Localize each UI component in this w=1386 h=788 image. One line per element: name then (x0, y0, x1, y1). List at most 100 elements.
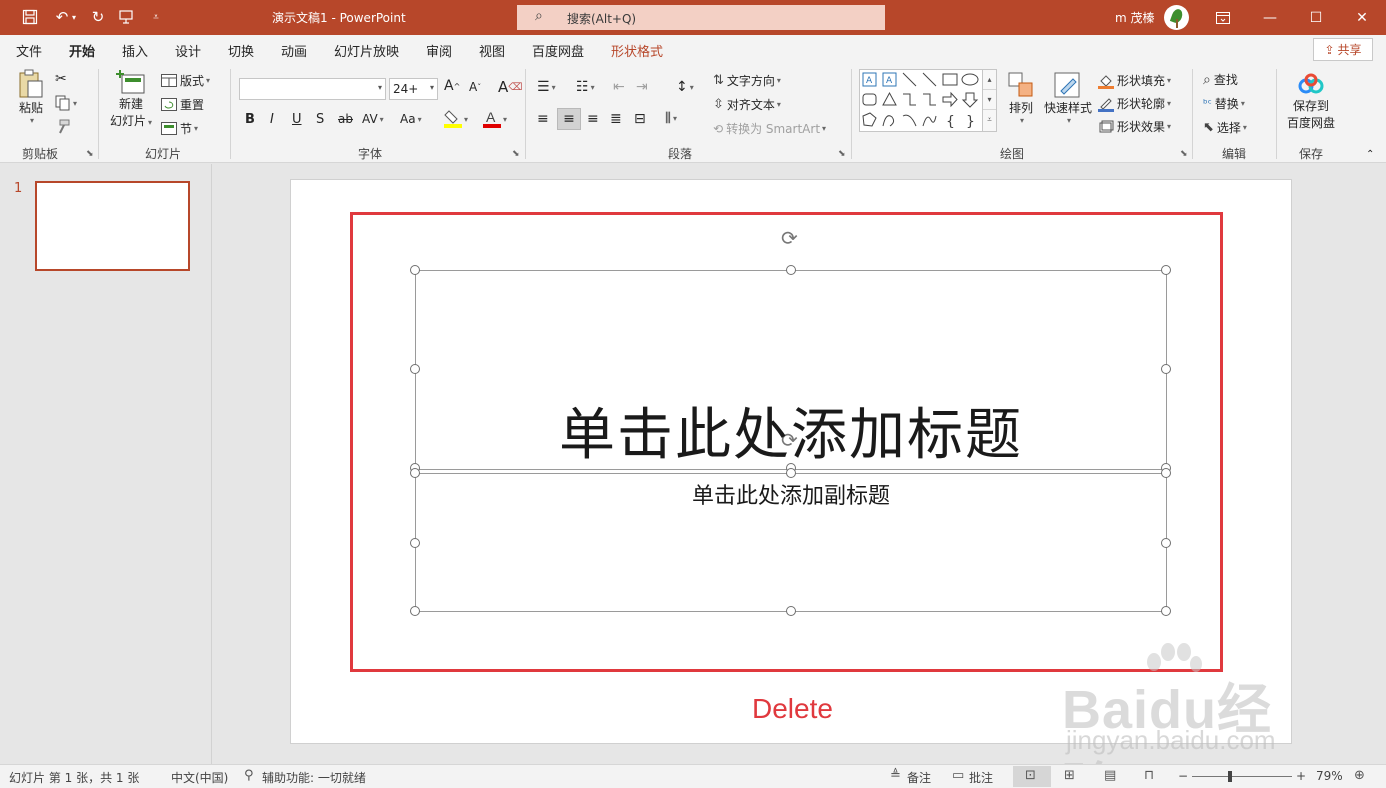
quick-styles-button[interactable]: 快速样式 ▾ (1043, 71, 1093, 125)
shape-outline-button[interactable]: 形状轮廓 ▾ (1098, 95, 1171, 112)
resize-handle[interactable] (410, 265, 420, 275)
tab-view[interactable]: 视图 (479, 41, 505, 60)
search-box[interactable]: ⌕ 搜索(Alt+Q) (517, 5, 885, 30)
notes-button[interactable]: 备注 (907, 769, 931, 786)
distributed-icon[interactable]: ⊟ (634, 111, 646, 127)
customize-toolbar-icon[interactable]: ⩡ (144, 6, 168, 28)
collapse-ribbon-icon[interactable]: ⌃ (1366, 149, 1374, 160)
paste-button[interactable]: 粘贴 ▾ (16, 69, 46, 125)
shapes-gallery[interactable]: A A { } ▴ ▾ ⩡ (859, 69, 997, 132)
shapes-gallery-scroll[interactable]: ▴ ▾ ⩡ (982, 70, 996, 131)
bold-icon[interactable]: B (245, 112, 255, 127)
close-icon[interactable]: ✕ (1339, 0, 1385, 35)
align-left-icon[interactable]: ≡ (537, 111, 549, 127)
zoom-level[interactable]: 79% (1316, 769, 1343, 783)
tab-review[interactable]: 审阅 (426, 41, 452, 60)
tab-insert[interactable]: 插入 (122, 41, 148, 60)
save-to-baidu-button[interactable]: 保存到 百度网盘 (1286, 73, 1336, 131)
drawing-launcher-icon[interactable]: ⬊ (1180, 149, 1188, 159)
new-slide-button[interactable]: 新建 幻灯片 ▾ (107, 69, 155, 129)
decrease-indent-icon[interactable]: ⇤ (613, 79, 625, 95)
paragraph-launcher-icon[interactable]: ⬊ (838, 149, 846, 159)
highlight-color-button[interactable]: ▾ (444, 109, 468, 129)
accessibility-status[interactable]: 辅助功能: 一切就绪 (262, 769, 366, 786)
zoom-out-button[interactable]: − (1178, 769, 1188, 783)
zoom-in-button[interactable]: + (1296, 769, 1306, 783)
resize-handle[interactable] (1161, 606, 1171, 616)
find-button[interactable]: ⌕ 查找 (1203, 71, 1238, 88)
clear-formatting-icon[interactable]: A ⌫ (498, 78, 522, 96)
line-spacing-icon[interactable]: ↕ ▾ (676, 79, 694, 95)
columns-icon[interactable]: ⫼ ▾ (665, 111, 677, 126)
zoom-slider-thumb[interactable] (1228, 771, 1232, 782)
rotate-handle-icon[interactable]: ⟳ (781, 226, 798, 250)
change-case-icon[interactable]: Aa ▾ (400, 112, 422, 126)
font-launcher-icon[interactable]: ⬊ (512, 149, 520, 159)
tab-design[interactable]: 设计 (175, 41, 201, 60)
format-painter-icon[interactable] (55, 119, 71, 135)
language-indicator[interactable]: 中文(中国) (171, 769, 228, 786)
slide-sorter-icon[interactable]: ⊞ (1064, 768, 1075, 783)
replace-button[interactable]: ᵇᶜ 替换 ▾ (1203, 95, 1245, 112)
tab-shape-format[interactable]: 形状格式 (611, 41, 663, 60)
comments-icon[interactable]: ▭ (952, 768, 964, 783)
slideshow-view-icon[interactable]: ⊓ (1144, 768, 1154, 783)
ribbon-display-options-icon[interactable] (1200, 0, 1246, 35)
increase-font-size-icon[interactable]: A ^ (444, 78, 460, 94)
resize-handle[interactable] (1161, 265, 1171, 275)
shape-effects-button[interactable]: 形状效果 ▾ (1098, 118, 1171, 135)
redo-icon[interactable]: ↻ (86, 6, 110, 28)
user-name[interactable]: m 茂榛 (1115, 9, 1155, 26)
character-spacing-icon[interactable]: AV ▾ (362, 112, 384, 126)
text-shadow-icon[interactable]: S (316, 112, 324, 127)
resize-handle[interactable] (410, 538, 420, 548)
numbering-icon[interactable]: ☷ ▾ (576, 79, 595, 95)
share-button[interactable]: ⇪ 共享 (1313, 38, 1373, 61)
underline-icon[interactable]: U (292, 112, 302, 127)
resize-handle[interactable] (410, 606, 420, 616)
resize-handle[interactable] (410, 364, 420, 374)
resize-handle[interactable] (786, 606, 796, 616)
justify-icon[interactable]: ≣ (610, 111, 622, 127)
align-right-icon[interactable]: ≡ (587, 111, 599, 127)
layout-button[interactable]: 版式 ▾ (161, 72, 210, 89)
section-button[interactable]: 节 ▾ (161, 120, 198, 137)
reading-view-icon[interactable]: ▤ (1104, 768, 1116, 783)
maximize-icon[interactable]: ☐ (1293, 0, 1339, 35)
tab-file[interactable]: 文件 (16, 41, 42, 60)
text-direction-button[interactable]: ⇅ 文字方向 ▾ (713, 72, 781, 89)
resize-handle[interactable] (1161, 538, 1171, 548)
slide-thumbnail[interactable] (35, 181, 190, 271)
copy-button[interactable]: ▾ (55, 95, 77, 111)
align-center-icon[interactable]: ≡ (557, 108, 581, 130)
accessibility-icon[interactable]: ⚲ (244, 768, 254, 783)
present-from-start-icon[interactable] (114, 6, 138, 28)
increase-indent-icon[interactable]: ⇥ (636, 79, 648, 95)
notes-icon[interactable]: ≜ (890, 768, 901, 783)
reset-button[interactable]: 重置 (161, 96, 204, 113)
font-color-button[interactable]: A ▾ (483, 109, 507, 129)
arrange-button[interactable]: 排列 ▾ (1006, 71, 1036, 125)
bullets-icon[interactable]: ☰ ▾ (537, 79, 556, 95)
save-icon[interactable] (18, 6, 42, 28)
select-button[interactable]: ⬉ 选择 ▾ (1203, 119, 1247, 136)
font-name-select[interactable]: ▾ (239, 78, 386, 100)
decrease-font-size-icon[interactable]: Aˇ (469, 80, 481, 94)
resize-handle[interactable] (786, 265, 796, 275)
align-text-button[interactable]: ⇳ 对齐文本 ▾ (713, 96, 781, 113)
tab-animations[interactable]: 动画 (281, 41, 307, 60)
zoom-slider[interactable] (1192, 776, 1292, 777)
shape-fill-button[interactable]: 形状填充 ▾ (1098, 72, 1171, 89)
avatar[interactable] (1164, 5, 1189, 30)
convert-smartart-button[interactable]: ⟲ 转换为 SmartArt ▾ (713, 120, 826, 137)
tab-baidu-netdisk[interactable]: 百度网盘 (532, 41, 584, 60)
undo-dropdown-icon[interactable]: ▾ (68, 6, 80, 28)
resize-handle[interactable] (1161, 364, 1171, 374)
tab-transitions[interactable]: 切换 (228, 41, 254, 60)
tab-home[interactable]: 开始 (69, 41, 96, 66)
comments-button[interactable]: 批注 (969, 769, 993, 786)
clipboard-launcher-icon[interactable]: ⬊ (86, 149, 94, 159)
minimize-icon[interactable]: — (1247, 0, 1293, 35)
tab-slideshow[interactable]: 幻灯片放映 (334, 41, 399, 60)
font-size-select[interactable]: 24+ ▾ (389, 78, 438, 100)
